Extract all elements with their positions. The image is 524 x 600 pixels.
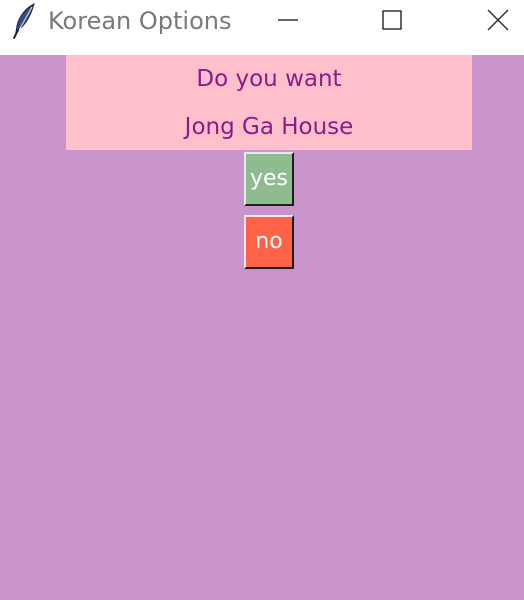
question-line-1: Do you want — [196, 66, 342, 92]
question-banner: Do you want Jong Ga House — [66, 55, 472, 150]
maximize-icon — [382, 10, 402, 30]
question-line-2: Jong Ga House — [184, 114, 354, 140]
window-content: Do you want Jong Ga House yes no — [0, 55, 524, 600]
close-icon — [487, 9, 509, 31]
title-bar[interactable]: Korean Options — [0, 0, 524, 55]
window-title: Korean Options — [48, 7, 232, 35]
feather-icon — [10, 2, 38, 40]
minimize-icon — [278, 19, 298, 21]
app-window: Korean Options Do you want Jong Ga House… — [0, 0, 524, 600]
close-button[interactable] — [468, 0, 524, 42]
no-button[interactable]: no — [244, 215, 294, 269]
maximize-button[interactable] — [362, 0, 422, 42]
minimize-button[interactable] — [258, 0, 318, 42]
yes-button[interactable]: yes — [244, 152, 294, 206]
